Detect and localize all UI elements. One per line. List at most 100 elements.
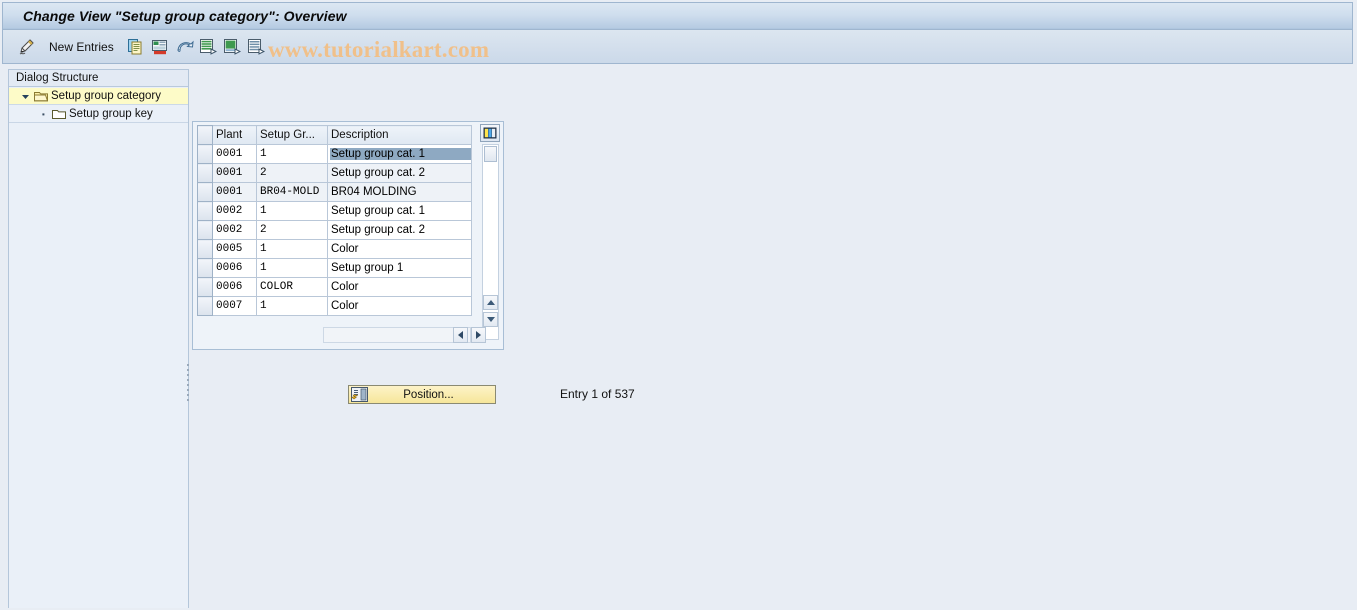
cell-plant[interactable]: 0006 xyxy=(212,277,257,297)
cell-plant[interactable]: 0002 xyxy=(212,220,257,240)
cell-setup-group[interactable]: COLOR xyxy=(256,277,328,297)
cell-plant[interactable]: 0002 xyxy=(212,201,257,221)
row-select-button[interactable] xyxy=(197,220,213,240)
delete-button[interactable] xyxy=(151,36,169,58)
tree-leaf-bullet-icon xyxy=(35,111,51,118)
cell-plant[interactable]: 0001 xyxy=(212,182,257,202)
arrow-right-icon xyxy=(476,331,481,339)
cell-setup-group[interactable]: BR04-MOLD xyxy=(256,182,328,202)
table-row[interactable]: 0002 1 Setup group cat. 1 xyxy=(197,201,472,221)
cell-description[interactable]: Setup group cat. 1 xyxy=(327,201,472,221)
sidebar-item-setup-group-category[interactable]: Setup group category xyxy=(9,88,188,105)
dialog-structure-header: Dialog Structure xyxy=(9,70,188,87)
sidebar-item-label: Setup group category xyxy=(51,90,161,102)
application-toolbar: New Entries xyxy=(2,30,1353,88)
cell-description[interactable]: Setup group cat. 2 xyxy=(327,220,472,240)
delete-icon xyxy=(152,40,167,55)
table-header-row: Plant Setup Gr... Description xyxy=(197,125,472,145)
row-select-button[interactable] xyxy=(197,144,213,164)
select-all-rows-header[interactable] xyxy=(197,125,213,145)
row-select-button[interactable] xyxy=(197,182,213,202)
column-header-setup-group[interactable]: Setup Gr... xyxy=(256,125,328,145)
column-header-description[interactable]: Description xyxy=(327,125,472,145)
cell-setup-group[interactable]: 1 xyxy=(256,258,328,278)
position-button-label: Position... xyxy=(403,388,454,401)
cell-setup-group[interactable]: 1 xyxy=(256,239,328,259)
vertical-scrollbar-thumb[interactable] xyxy=(484,146,497,162)
cell-description[interactable]: Setup group cat. 1 xyxy=(327,144,472,164)
row-select-button[interactable] xyxy=(197,277,213,297)
table-settings-icon xyxy=(483,127,497,139)
table-row[interactable]: 0001 1 Setup group cat. 1 xyxy=(197,144,472,164)
closed-folder-icon xyxy=(51,108,67,120)
scroll-right-button[interactable] xyxy=(471,327,486,343)
main-panel: Plant Setup Gr... Description 0001 1 Set… xyxy=(191,69,1347,608)
content-area: Dialog Structure Setup group category Se… xyxy=(2,64,1353,608)
cell-description[interactable]: Setup group 1 xyxy=(327,258,472,278)
table-settings-button[interactable] xyxy=(480,124,500,142)
copy-as-button[interactable] xyxy=(127,36,145,58)
page-title: Change View "Setup group category": Over… xyxy=(23,8,347,24)
table-row[interactable]: 0001 BR04-MOLD BR04 MOLDING xyxy=(197,182,472,202)
pencil-display-change-icon xyxy=(19,39,34,55)
cell-description[interactable]: Color xyxy=(327,277,472,297)
cell-setup-group[interactable]: 1 xyxy=(256,201,328,221)
table-row[interactable]: 0006 COLOR Color xyxy=(197,277,472,297)
position-button[interactable]: Position... xyxy=(348,385,496,404)
scroll-left-button[interactable] xyxy=(453,327,468,343)
sidebar-item-label: Setup group key xyxy=(69,108,153,120)
arrow-down-icon xyxy=(486,317,495,322)
table-row[interactable]: 0006 1 Setup group 1 xyxy=(197,258,472,278)
cell-description[interactable]: BR04 MOLDING xyxy=(327,182,472,202)
scroll-up-button[interactable] xyxy=(483,295,498,310)
deselect-all-button[interactable] xyxy=(223,36,241,58)
select-block-button[interactable] xyxy=(247,36,265,58)
cell-setup-group[interactable]: 1 xyxy=(256,296,328,316)
cell-setup-group[interactable]: 2 xyxy=(256,220,328,240)
row-select-button[interactable] xyxy=(197,201,213,221)
table-grid: Plant Setup Gr... Description 0001 1 Set… xyxy=(197,125,472,316)
table-row[interactable]: 0007 1 Color xyxy=(197,296,472,316)
row-select-button[interactable] xyxy=(197,239,213,259)
cell-setup-group[interactable]: 1 xyxy=(256,144,328,164)
watermark-text: www.tutorialkart.com xyxy=(268,37,490,62)
cell-description-selected-text: Setup group cat. 1 xyxy=(330,148,471,160)
column-header-plant[interactable]: Plant xyxy=(212,125,257,145)
copy-as-icon xyxy=(128,39,142,55)
select-block-icon xyxy=(248,39,265,55)
cell-plant[interactable]: 0005 xyxy=(212,239,257,259)
select-all-icon xyxy=(200,39,217,55)
table-horizontal-scrollbar[interactable] xyxy=(323,327,471,343)
table-row[interactable]: 0002 2 Setup group cat. 2 xyxy=(197,220,472,240)
undo-button[interactable] xyxy=(175,36,195,58)
cell-setup-group[interactable]: 2 xyxy=(256,163,328,183)
cell-plant[interactable]: 0001 xyxy=(212,144,257,164)
cell-description[interactable]: Color xyxy=(327,239,472,259)
cell-description[interactable]: Setup group cat. 2 xyxy=(327,163,472,183)
row-select-button[interactable] xyxy=(197,163,213,183)
entry-status-label: Entry 1 of 537 xyxy=(560,387,635,401)
undo-icon xyxy=(177,40,194,52)
cell-plant[interactable]: 0006 xyxy=(212,258,257,278)
open-folder-icon xyxy=(33,90,49,102)
new-entries-button[interactable]: New Entries xyxy=(49,36,114,58)
new-entries-label: New Entries xyxy=(49,40,114,54)
display-change-button[interactable] xyxy=(17,36,37,58)
position-jump-icon xyxy=(351,387,368,402)
scroll-down-button[interactable] xyxy=(483,312,498,327)
cell-description[interactable]: Color xyxy=(327,296,472,316)
arrow-left-icon xyxy=(458,331,463,339)
deselect-all-icon xyxy=(224,39,241,55)
cell-plant[interactable]: 0007 xyxy=(212,296,257,316)
window-title-bar: Change View "Setup group category": Over… xyxy=(2,2,1353,30)
select-all-button[interactable] xyxy=(199,36,217,58)
chevron-down-icon[interactable] xyxy=(17,92,33,101)
dialog-structure-panel: Dialog Structure Setup group category Se… xyxy=(8,69,189,608)
row-select-button[interactable] xyxy=(197,258,213,278)
cell-plant[interactable]: 0001 xyxy=(212,163,257,183)
row-select-button[interactable] xyxy=(197,296,213,316)
table-vertical-scrollbar[interactable] xyxy=(482,144,499,340)
table-row[interactable]: 0001 2 Setup group cat. 2 xyxy=(197,163,472,183)
sidebar-item-setup-group-key[interactable]: Setup group key xyxy=(9,106,188,123)
table-row[interactable]: 0005 1 Color xyxy=(197,239,472,259)
